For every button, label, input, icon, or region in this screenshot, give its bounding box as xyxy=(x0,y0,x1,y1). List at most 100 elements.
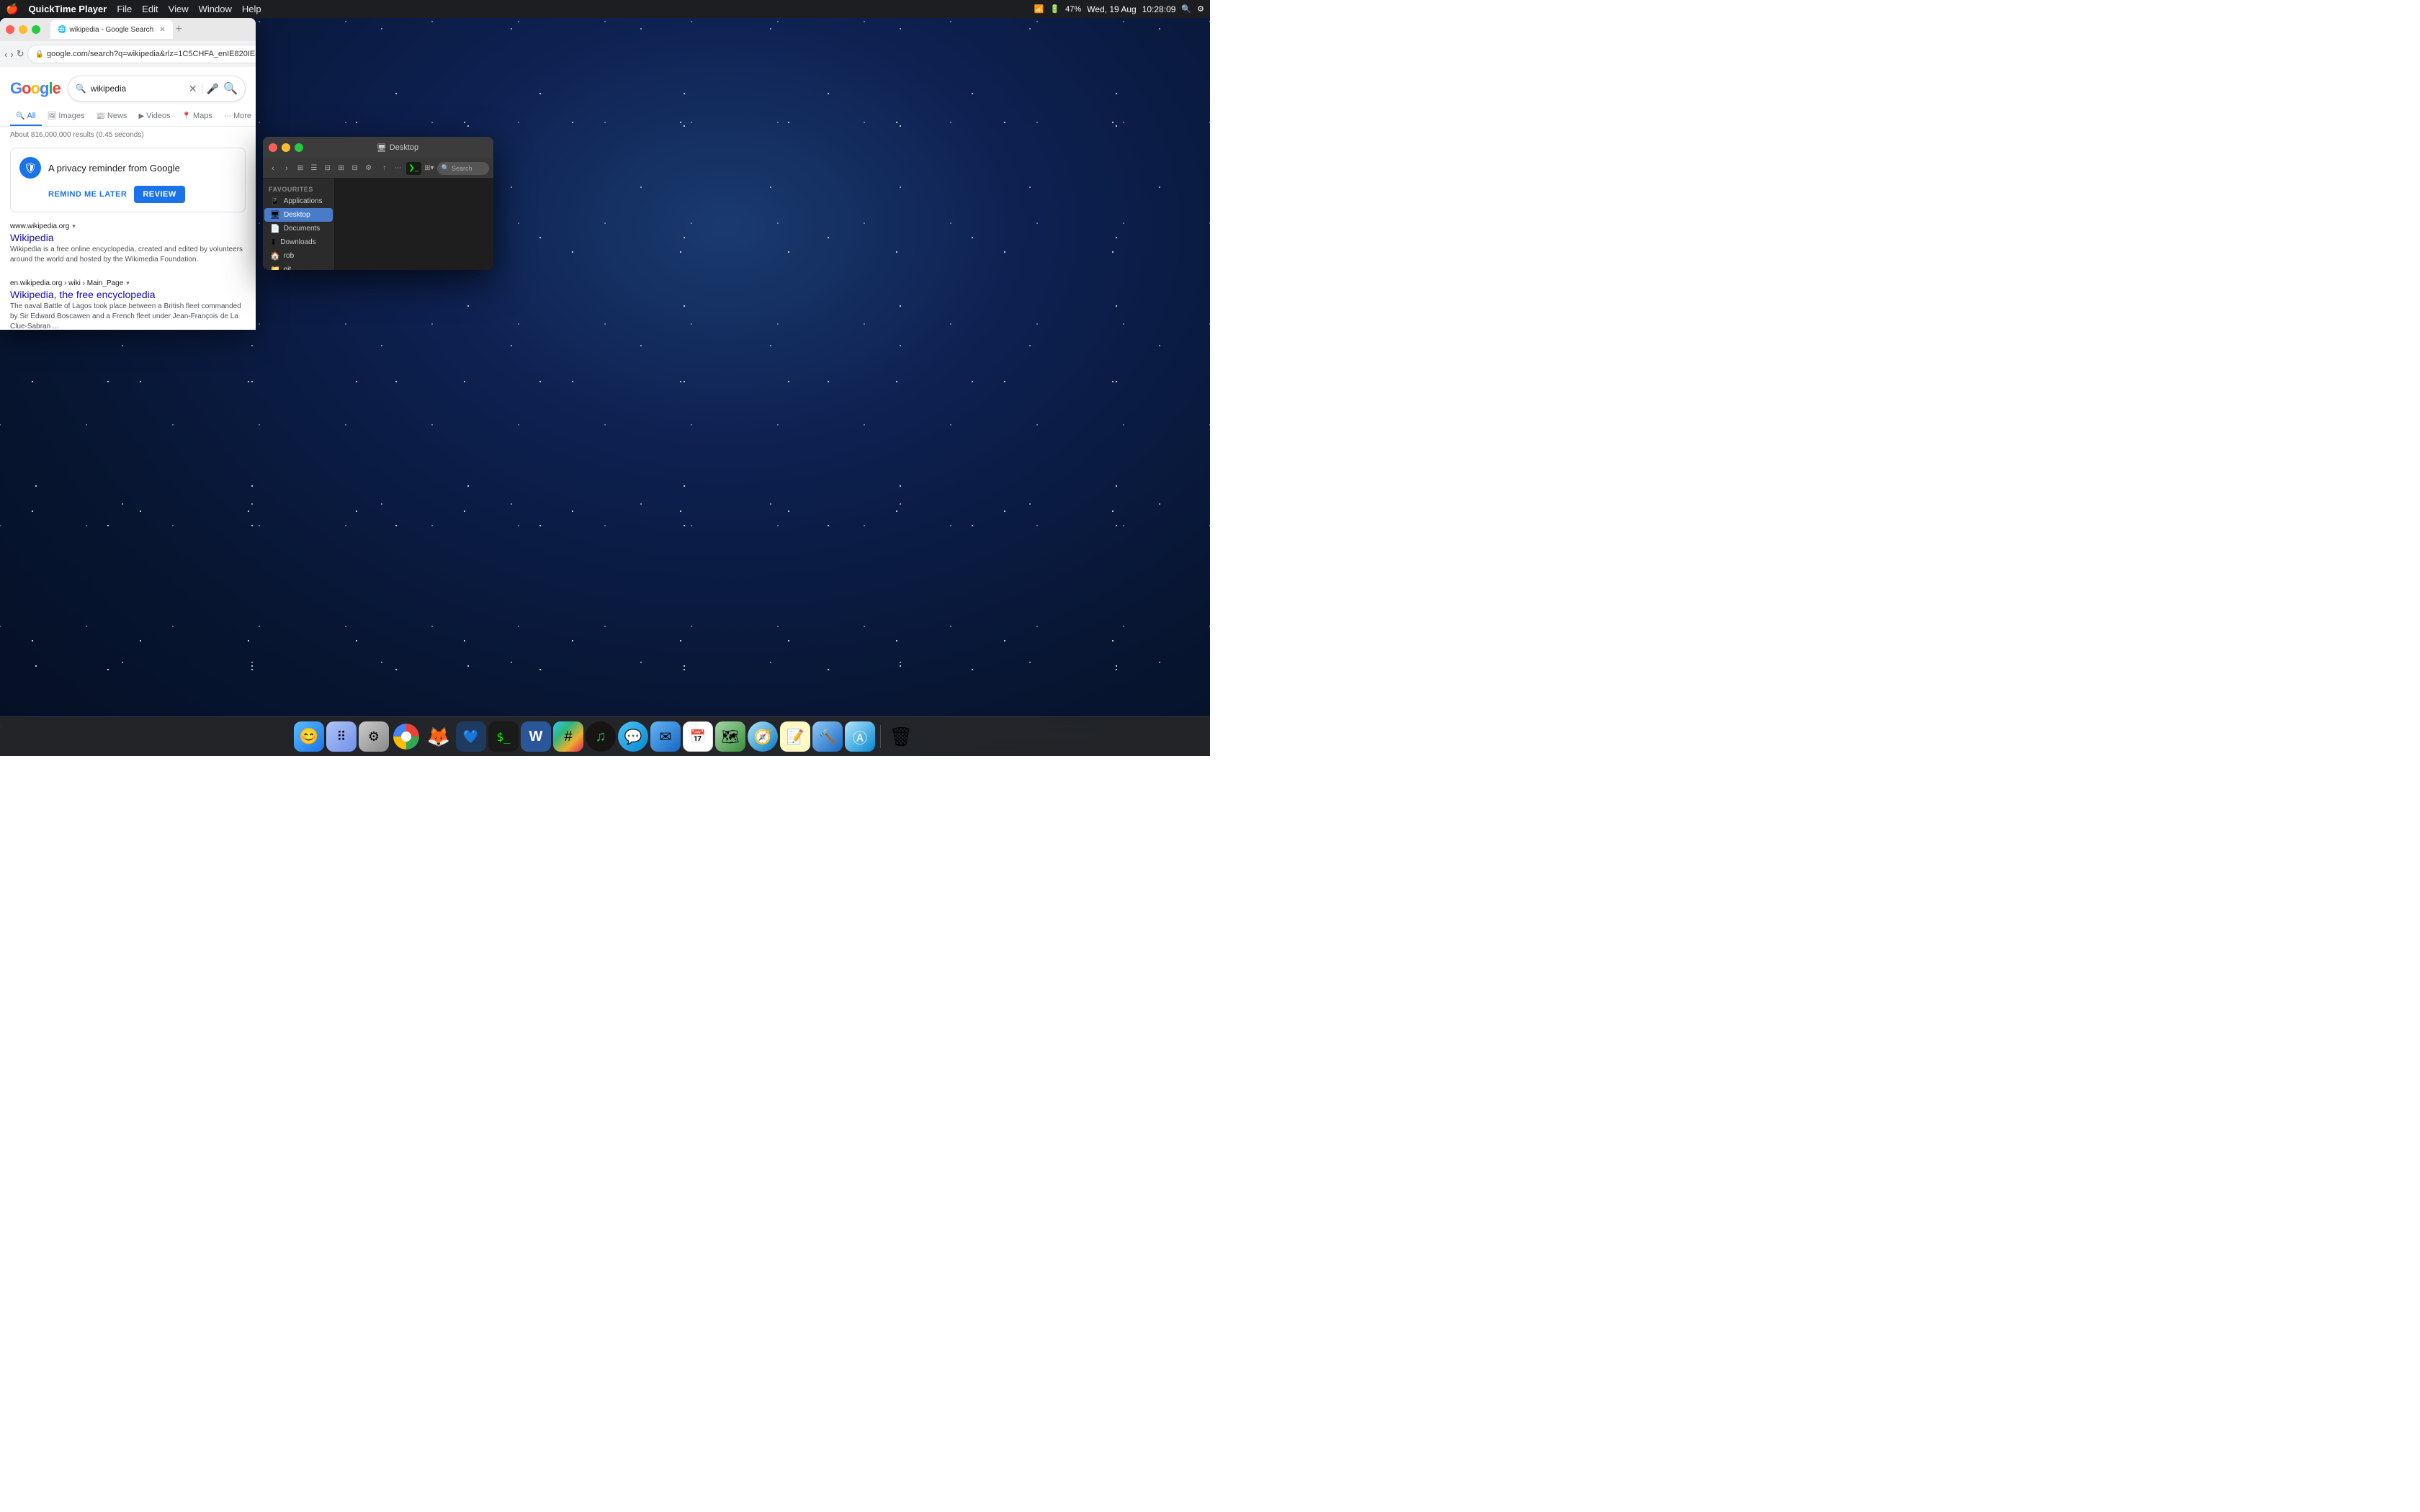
window-minimize-button[interactable] xyxy=(19,25,27,34)
finder-forward-button[interactable]: › xyxy=(281,162,292,175)
review-button[interactable]: REVIEW xyxy=(134,186,184,203)
wifi-icon[interactable]: 📶 xyxy=(1034,4,1044,14)
finder-view-toggle[interactable]: ⊞▾ xyxy=(424,162,435,175)
app-blue-icon: 💙 xyxy=(463,729,479,744)
search-submit-icon[interactable]: 🔍 xyxy=(223,81,238,96)
dock-safari[interactable]: 🧭 xyxy=(748,721,778,752)
finder-search-box[interactable]: 🔍 Search xyxy=(437,162,489,175)
menu-window[interactable]: Window xyxy=(199,4,232,14)
sidebar-item-rob[interactable]: 🏠 rob xyxy=(264,249,333,263)
dock-finder[interactable]: 😊 xyxy=(294,721,324,752)
finder-terminal-icon[interactable]: ❯_ xyxy=(406,162,421,175)
finder-minimize-button[interactable] xyxy=(282,143,290,152)
tab-images[interactable]: 🖼 Images xyxy=(42,107,91,126)
active-app-name[interactable]: QuickTime Player xyxy=(28,4,107,14)
tab-maps[interactable]: 📍 Maps xyxy=(176,107,218,126)
menu-date[interactable]: Wed, 19 Aug xyxy=(1087,4,1137,14)
logo-g: G xyxy=(10,79,22,97)
sidebar-item-desktop[interactable]: 🖥 Desktop xyxy=(264,208,333,222)
dock-messages[interactable]: 💬 xyxy=(618,721,648,752)
dock-word[interactable]: W xyxy=(521,721,551,752)
dock-spotify[interactable]: ♫ xyxy=(586,721,616,752)
window-maximize-button[interactable] xyxy=(32,25,40,34)
dock-launchpad[interactable]: ⠿ xyxy=(326,721,357,752)
finder-settings-icon[interactable]: ⚙ xyxy=(363,162,375,175)
sidebar-documents-label: Documents xyxy=(284,225,321,233)
finder-main-area xyxy=(335,179,493,270)
lock-icon: 🔒 xyxy=(35,50,44,58)
dock-calendar[interactable]: 📅 xyxy=(683,721,713,752)
sidebar-item-git[interactable]: 📁 git xyxy=(264,263,333,270)
search-menu-icon[interactable]: 🔍 xyxy=(1181,4,1191,14)
dock-system-preferences[interactable]: ⚙ xyxy=(359,721,389,752)
active-tab[interactable]: 🌐 wikipedia - Google Search ✕ xyxy=(50,20,173,39)
menu-bar-left: 🍎 QuickTime Player File Edit View Window… xyxy=(6,3,261,15)
more-icon: ⋯ xyxy=(224,112,231,120)
tab-all[interactable]: 🔍 All xyxy=(10,107,42,126)
sidebar-item-applications[interactable]: 📱 Applications xyxy=(264,194,333,208)
search-query-text[interactable]: wikipedia xyxy=(91,84,184,94)
dock-slack[interactable]: # xyxy=(553,721,583,752)
dock-firefox[interactable]: 🦊 xyxy=(424,721,454,752)
dock-app-blue[interactable]: 💙 xyxy=(456,721,486,752)
finder-list-view[interactable]: ☰ xyxy=(308,162,320,175)
finder-title-icon: 🖥 xyxy=(377,143,387,153)
dock-xcode[interactable]: 🔨 xyxy=(812,721,843,752)
finder-group-view[interactable]: ⊟ xyxy=(349,162,361,175)
result-2-title[interactable]: Wikipedia, the free encyclopedia xyxy=(0,289,256,302)
sidebar-item-documents[interactable]: 📄 Documents xyxy=(264,222,333,235)
menu-time[interactable]: 10:28:09 xyxy=(1142,4,1176,14)
menu-view[interactable]: View xyxy=(169,4,189,14)
new-tab-button[interactable]: + xyxy=(176,23,182,36)
finder-share-icon[interactable]: ↑ xyxy=(379,162,390,175)
address-bar[interactable]: 🔒 google.com/search?q=wikipedia&rlz=1C5C… xyxy=(27,45,256,63)
back-button[interactable]: ‹ xyxy=(4,46,7,62)
search-box[interactable]: 🔍 wikipedia ✕ 🎤 🔍 xyxy=(68,76,246,102)
logo-g2: g xyxy=(40,79,48,97)
dock-terminal[interactable]: $_ xyxy=(488,721,519,752)
word-dock-icon: W xyxy=(529,729,543,745)
menu-bar-right: 📶 🔋 47% Wed, 19 Aug 10:28:09 🔍 ⚙ xyxy=(1034,4,1204,14)
finder-title-area: 🖥 Desktop xyxy=(308,143,488,153)
finder-back-button[interactable]: ‹ xyxy=(267,162,279,175)
finder-action-icon[interactable]: ⋯ xyxy=(393,162,404,175)
tab-more[interactable]: ⋯ More xyxy=(218,107,256,126)
window-close-button[interactable] xyxy=(6,25,14,34)
privacy-content: 🛡 A privacy reminder from Google xyxy=(19,157,236,179)
dock-chrome[interactable] xyxy=(391,721,421,752)
tab-videos[interactable]: ▶ Videos xyxy=(133,107,176,126)
dock-maps[interactable]: 🗺 xyxy=(715,721,745,752)
finder-gallery-view[interactable]: ⊞ xyxy=(336,162,347,175)
browser-tabs: 🌐 wikipedia - Google Search ✕ + xyxy=(50,20,250,39)
finder-body: Favourites 📱 Applications 🖥 Desktop 📄 Do… xyxy=(263,179,493,270)
remind-later-button[interactable]: REMIND ME LATER xyxy=(48,186,127,203)
control-center-icon[interactable]: ⚙ xyxy=(1197,4,1204,14)
dock-notes[interactable]: 📝 xyxy=(780,721,810,752)
dock-mail[interactable]: ✉ xyxy=(650,721,681,752)
finder-view-icon[interactable]: ⊞ xyxy=(295,162,306,175)
forward-button[interactable]: › xyxy=(10,46,13,62)
battery-icon[interactable]: 🔋 xyxy=(1049,4,1059,14)
menu-file[interactable]: File xyxy=(117,4,132,14)
desktop-icon: 🖥 xyxy=(270,210,280,220)
microphone-icon[interactable]: 🎤 xyxy=(207,83,219,95)
google-header: Google 🔍 wikipedia ✕ 🎤 🔍 xyxy=(0,67,256,107)
images-icon: 🖼 xyxy=(48,112,57,120)
result-1-title[interactable]: Wikipedia xyxy=(0,232,256,245)
tab-news[interactable]: 📰 News xyxy=(90,107,133,126)
result-2-site-name: en.wikipedia.org › wiki › Main_Page xyxy=(10,279,123,287)
tab-close-icon[interactable]: ✕ xyxy=(159,26,165,34)
apple-menu[interactable]: 🍎 xyxy=(6,3,18,15)
sidebar-item-downloads[interactable]: ⬇ Downloads xyxy=(264,235,333,249)
finder-column-view[interactable]: ⊟ xyxy=(322,162,333,175)
search-clear-icon[interactable]: ✕ xyxy=(189,83,197,95)
menu-help[interactable]: Help xyxy=(242,4,261,14)
dock-trash[interactable]: 🗑 xyxy=(886,721,916,752)
dock-separator xyxy=(880,725,881,748)
tab-videos-label: Videos xyxy=(146,112,170,120)
dock-appstore[interactable]: Ⓐ xyxy=(845,721,875,752)
finder-maximize-button[interactable] xyxy=(295,143,303,152)
finder-close-button[interactable] xyxy=(269,143,277,152)
refresh-button[interactable]: ↻ xyxy=(17,46,24,62)
menu-edit[interactable]: Edit xyxy=(142,4,158,14)
